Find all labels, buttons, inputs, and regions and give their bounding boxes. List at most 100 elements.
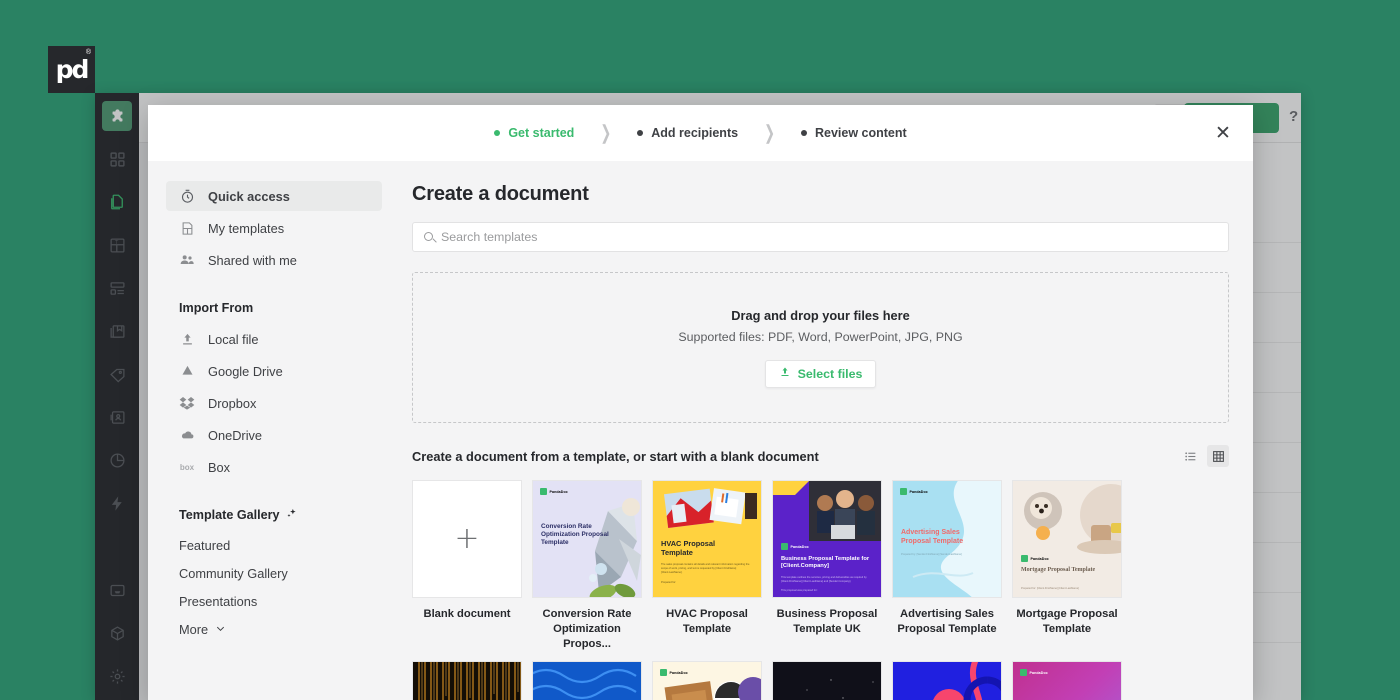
sidebar-item-label: Dropbox — [208, 395, 257, 411]
step-dot-icon — [800, 130, 807, 136]
screen: pd ® T ? Get started ❯ Add recipients ❯ … — [0, 0, 1400, 700]
sidebar-item-label: Presentations — [179, 593, 258, 609]
search-icon — [424, 232, 433, 241]
template-thumbnail: PandaDoc — [532, 480, 642, 598]
pandadoc-badge-icon: PandaDoc — [781, 543, 809, 550]
template-thumbnail: PandaDoc TECHNICAL PROPOSAL — [892, 661, 1002, 700]
sparkle-icon — [286, 508, 297, 522]
sidebar-item-presentations[interactable]: Presentations — [166, 587, 382, 615]
sidebar-item-label: My templates — [208, 220, 285, 236]
google-drive-icon — [179, 363, 195, 379]
registered-mark: ® — [85, 49, 91, 56]
step-dot-icon — [637, 130, 644, 136]
step-label: Add recipients — [651, 126, 739, 140]
clock-icon — [179, 188, 195, 204]
template-card-mortgage-proposal[interactable]: PandaDoc Mortgage Proposal Template Prep… — [1012, 480, 1122, 651]
modal-main: Create a document Drag and drop your fil… — [400, 161, 1253, 700]
sidebar-item-label: Quick access — [208, 188, 290, 204]
template-thumb-title: Business Proposal Template for [Client.C… — [781, 556, 870, 570]
sidebar-item-label: Featured — [179, 537, 231, 553]
wizard-step-add-recipients[interactable]: Add recipients — [637, 126, 738, 140]
grid-view-button[interactable] — [1207, 445, 1229, 467]
template-thumbnail: HVAC Proposal Template The sales proposa… — [652, 480, 762, 598]
template-card-business-proposal-uk[interactable]: PandaDoc Business Proposal Template for … — [772, 480, 882, 651]
chevron-down-icon — [215, 622, 226, 637]
sidebar-item-featured[interactable]: Featured — [166, 531, 382, 559]
template-thumb-title: Conversion Rate Optimization Proposal Te… — [541, 523, 609, 546]
import-from-label: Import From — [179, 301, 254, 315]
template-card-blank-document[interactable]: + Blank document — [412, 480, 522, 651]
search-templates-box — [412, 222, 1229, 252]
template-card-row2-2[interactable] — [532, 661, 642, 700]
dropzone-subtitle: Supported files: PDF, Word, PowerPoint, … — [678, 329, 963, 344]
template-card-label: Mortgage Proposal Template — [1016, 608, 1118, 635]
select-files-button[interactable]: Select files — [764, 359, 877, 388]
template-card-conversion-rate[interactable]: PandaDoc Conversion Rate Optimization Pr… — [532, 480, 642, 651]
close-icon[interactable]: ✕ — [1211, 121, 1235, 145]
sidebar-item-google-drive[interactable]: Google Drive — [166, 356, 382, 386]
template-card-advertising-sales[interactable]: PandaDoc Advertising Sales Proposal Temp… — [892, 480, 1002, 651]
file-dropzone[interactable]: Drag and drop your files here Supported … — [412, 272, 1229, 423]
sidebar-item-box[interactable]: box Box — [166, 452, 382, 482]
import-from-title: Import From — [166, 301, 382, 315]
modal-body: Quick access My templates Shared with me… — [148, 161, 1253, 700]
box-icon: box — [179, 462, 195, 472]
template-grid: + Blank document PandaDoc Conversion Rat… — [412, 480, 1229, 700]
modal-header: Get started ❯ Add recipients ❯ Review co… — [148, 105, 1253, 161]
template-thumb-title: Advertising Sales Proposal Template — [901, 529, 964, 545]
pandadoc-badge-icon: PandaDoc — [900, 488, 928, 495]
step-chevron-icon: ❯ — [764, 121, 775, 144]
sidebar-item-label: Shared with me — [208, 252, 297, 268]
template-card-hvac-proposal[interactable]: HVAC Proposal Template The sales proposa… — [652, 480, 762, 651]
search-input[interactable] — [441, 223, 1220, 251]
pandadoc-badge-icon: PandaDoc — [1021, 555, 1049, 562]
template-card-label: HVAC Proposal Template — [666, 608, 748, 635]
dropbox-icon — [179, 395, 195, 411]
logo-text: pd — [55, 55, 90, 84]
template-card-row2-1[interactable] — [412, 661, 522, 700]
sidebar-item-more[interactable]: More — [166, 615, 382, 643]
sidebar-item-my-templates[interactable]: My templates — [166, 213, 382, 243]
template-file-icon — [179, 220, 195, 236]
sidebar-item-community-gallery[interactable]: Community Gallery — [166, 559, 382, 587]
sidebar-item-quick-access[interactable]: Quick access — [166, 181, 382, 211]
sidebar-item-local-file[interactable]: Local file — [166, 324, 382, 354]
plus-icon: + — [454, 521, 480, 556]
template-card-row2-6[interactable]: PandaDoc Affiliate — [1012, 661, 1122, 700]
template-card-label: Advertising Sales Proposal Template — [897, 608, 997, 635]
step-label: Get started — [508, 126, 575, 140]
step-dot-icon — [494, 130, 501, 136]
sidebar-item-label: Box — [208, 459, 231, 475]
sidebar-item-label: OneDrive — [208, 427, 263, 443]
view-toggle-group — [1179, 445, 1229, 467]
sidebar-item-shared-with-me[interactable]: Shared with me — [166, 245, 382, 275]
template-thumb-footer: Prepared for: — [661, 581, 677, 584]
onedrive-icon — [179, 427, 195, 443]
template-card-row2-4[interactable]: PandaDoc — [772, 661, 882, 700]
wizard-step-get-started[interactable]: Get started — [494, 126, 574, 140]
template-thumb-footer: Prepared for: [Client.FirstName] [Client… — [1021, 587, 1079, 590]
template-gallery-title: Template Gallery — [166, 508, 382, 522]
template-card-label: Blank document — [423, 608, 511, 620]
template-gallery-label: Template Gallery — [179, 508, 280, 522]
modal-sidebar: Quick access My templates Shared with me… — [148, 161, 400, 700]
wizard-step-review-content[interactable]: Review content — [800, 126, 907, 140]
template-thumbnail — [412, 661, 522, 700]
template-thumb-body: Prepared by: [Sender.FirstName] [Sender.… — [901, 553, 962, 556]
template-card-label: Conversion Rate Optimization Propos... — [542, 608, 632, 650]
template-thumbnail: PandaDoc Business Proposal Template for … — [772, 480, 882, 598]
template-card-row2-3[interactable]: PandaDoc — [652, 661, 762, 700]
template-card-row2-5[interactable]: PandaDoc TECHNICAL PROPOSAL — [892, 661, 1002, 700]
sidebar-item-label: Community Gallery — [179, 565, 288, 581]
upload-icon — [179, 331, 195, 347]
page-title: Create a document — [412, 183, 589, 205]
template-thumb-body: The sales proposal contains all details … — [661, 563, 750, 574]
sidebar-item-label: Local file — [208, 331, 259, 347]
sidebar-item-dropbox[interactable]: Dropbox — [166, 388, 382, 418]
template-thumb-title: HVAC Proposal Template — [661, 539, 716, 558]
sidebar-item-label: Google Drive — [208, 363, 283, 379]
template-thumbnail: PandaDoc Affiliate — [1012, 661, 1122, 700]
list-view-button[interactable] — [1179, 445, 1201, 467]
upload-icon — [779, 366, 791, 381]
sidebar-item-onedrive[interactable]: OneDrive — [166, 420, 382, 450]
